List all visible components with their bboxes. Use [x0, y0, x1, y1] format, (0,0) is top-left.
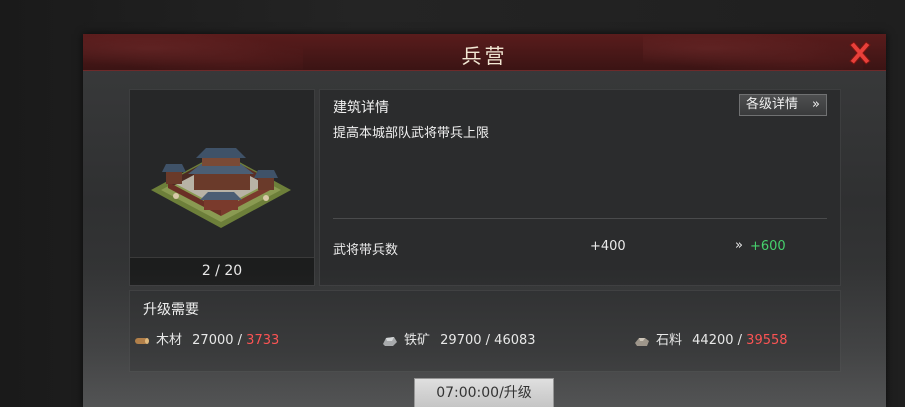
resource-name: 铁矿 — [404, 333, 431, 348]
double-chevron-right-icon: » — [812, 97, 820, 112]
stat-current-value: +400 — [590, 239, 626, 254]
dialog-title: 兵营 — [461, 44, 508, 68]
stat-upgrade-arrow-icon: » — [735, 238, 743, 253]
building-image-panel: 2 / 20 — [129, 89, 315, 286]
dialog-title-bar: 兵营 — [83, 34, 886, 71]
details-title: 建筑详情 — [333, 100, 389, 116]
resource-have: 39558 — [746, 333, 788, 348]
resource-wood: 木材 27000 / 3733 — [134, 329, 279, 348]
building-level: 2 / 20 — [130, 257, 314, 285]
resource-need: 44200 — [692, 333, 734, 348]
resource-separator: / — [481, 333, 495, 348]
upgrade-button[interactable]: 07:00:00/升级 — [414, 378, 554, 407]
resource-need: 27000 — [192, 333, 234, 348]
building-details-panel: 建筑详情 各级详情 » 提高本城部队武将带兵上限 武将带兵数 +400 » +6… — [319, 89, 841, 286]
resource-have: 46083 — [494, 333, 536, 348]
close-button[interactable] — [846, 39, 874, 67]
resource-iron: 铁矿 29700 / 46083 — [382, 329, 536, 348]
resource-separator: / — [233, 333, 247, 348]
wood-icon — [135, 337, 149, 344]
barracks-dialog: 兵营 2 / 20 建筑详情 各级详情 » 提高本城部队武将带兵上限 武将带兵数… — [83, 34, 886, 407]
stat-divider — [333, 218, 827, 219]
resource-stone: 石料 44200 / 39558 — [634, 329, 788, 348]
building-description: 提高本城部队武将带兵上限 — [333, 126, 490, 141]
resource-separator: / — [733, 333, 747, 348]
resource-need: 29700 — [440, 333, 482, 348]
upgrade-requirements-panel: 升级需要 木材 27000 / 3733 铁矿 29700 / 46083 石料… — [129, 290, 841, 372]
stat-next-value: +600 — [750, 239, 786, 254]
stone-icon — [635, 337, 649, 346]
close-x-icon — [849, 41, 871, 65]
resource-name: 石料 — [656, 333, 683, 348]
resource-name: 木材 — [156, 333, 183, 348]
stat-label: 武将带兵数 — [333, 243, 399, 258]
all-levels-details-label: 各级详情 — [746, 97, 799, 112]
iron-ore-icon — [383, 336, 397, 346]
requirements-title: 升级需要 — [143, 302, 199, 318]
barracks-building-image — [151, 148, 291, 228]
resource-have: 3733 — [246, 333, 280, 348]
all-levels-details-button[interactable]: 各级详情 » — [739, 94, 827, 116]
